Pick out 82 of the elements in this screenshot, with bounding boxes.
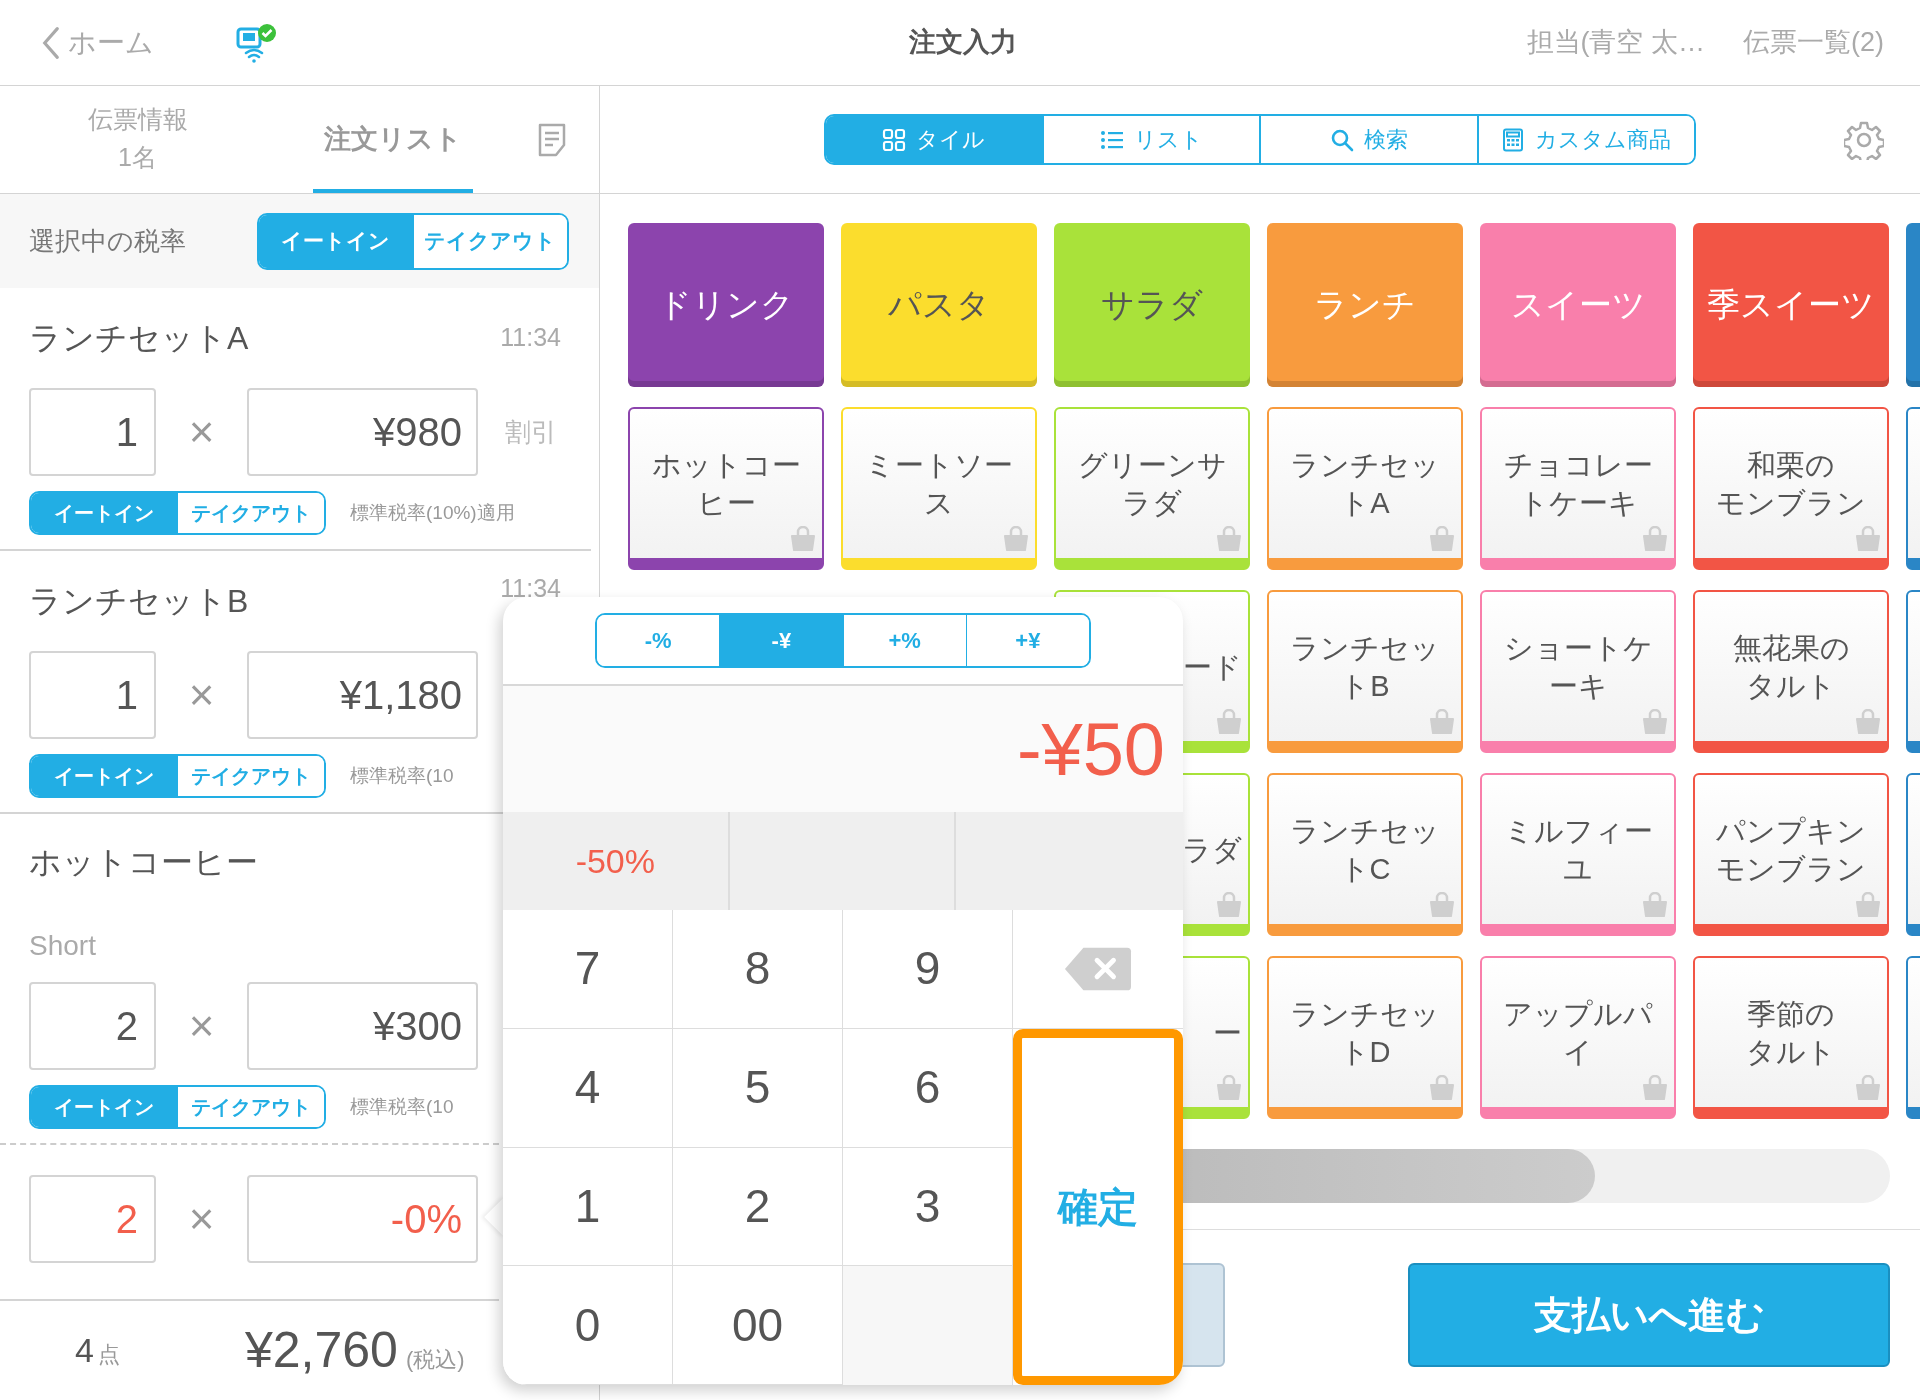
shopping-bag-icon [1216,526,1242,552]
product-tile[interactable]: グリーンサラダ [1054,407,1250,570]
category-tile[interactable]: サラダ [1054,223,1250,387]
tax-rate-label: 選択中の税率 [29,224,186,258]
price-field[interactable]: ¥1,180 [247,651,478,739]
tax-note: 標準税率(10%)適用 [350,500,515,525]
tax-note: 標準税率(10 [350,763,454,788]
shopping-bag-icon [1429,892,1455,918]
backspace-icon [1064,945,1132,992]
shopping-bag-icon [1216,709,1242,735]
backspace-key[interactable] [1013,910,1183,1029]
shopping-bag-icon [1429,709,1455,735]
count-unit: 点 [97,1341,120,1369]
multiply-sign: × [187,1000,216,1052]
product-tile[interactable]: ホットコーヒー [628,407,824,570]
quantity-field[interactable]: 1 [29,388,156,476]
keypad-key[interactable]: 6 [843,1028,1013,1148]
product-tile[interactable]: ミルフィーユ [1480,773,1676,936]
product-tile[interactable]: ランチセットA [1267,407,1463,570]
search-icon [1329,127,1354,152]
item-name: ランチセットB [29,582,249,621]
shopping-bag-icon [790,526,816,552]
multiply-sign: × [187,669,216,721]
shopping-bag-icon [1642,526,1668,552]
multiply-sign: × [187,1193,216,1245]
product-tile[interactable]: アップルパイ [1480,956,1676,1119]
shopping-bag-icon [1855,526,1881,552]
category-tile[interactable]: パスタ [841,223,1037,387]
quantity-field[interactable]: 2 [29,982,156,1070]
category-tile[interactable]: ドリンク [628,223,824,387]
keypad-key[interactable]: 9 [843,910,1013,1029]
multiply-sign: × [187,406,216,458]
order-time: 11:34 [500,322,561,354]
shopping-bag-icon [1642,1075,1668,1101]
keypad-key[interactable]: 3 [843,1147,1013,1267]
shopping-bag-icon [1855,709,1881,735]
keypad-key[interactable]: 2 [673,1147,843,1267]
product-tile[interactable]: チョコレートケーキ [1480,407,1676,570]
shopping-bag-icon [1855,892,1881,918]
item-count: 4 [75,1330,94,1371]
discount-label: 割引 [505,415,557,449]
quantity-field[interactable]: 1 [29,651,156,739]
device-wifi-check-icon[interactable] [234,22,278,63]
settings-icon[interactable] [1844,120,1884,160]
shopping-bag-icon [1429,526,1455,552]
keypad-key[interactable]: 4 [503,1028,673,1148]
amount-display: -¥50 [1016,706,1165,793]
shopping-bag-icon [1216,892,1242,918]
tile-grid-icon [882,127,907,152]
product-tile[interactable]: ショートケーキ [1480,590,1676,753]
tax-note: 標準税率(10 [350,1094,454,1119]
product-tile[interactable]: ランチセットD [1267,956,1463,1119]
shopping-bag-icon [1003,526,1029,552]
keypad-key[interactable]: 0 [503,1266,673,1385]
product-tile[interactable]: 無花果のタルト [1693,590,1889,753]
shopping-bag-icon [1216,1075,1242,1101]
total-amount: ¥2,760 [245,1321,398,1380]
product-tile[interactable]: 季節のタルト [1693,956,1889,1119]
item-name: ランチセットA [29,319,249,358]
product-tile[interactable]: ランチセットC [1267,773,1463,936]
shopping-bag-icon [1429,1075,1455,1101]
product-tile[interactable]: パンプキンモンブラン [1693,773,1889,936]
item-variant: Short [29,929,96,963]
calculator-icon [1501,127,1526,152]
keypad-key[interactable]: 00 [673,1266,843,1385]
price-field[interactable]: ¥980 [247,388,478,476]
shopping-bag-icon [1642,709,1668,735]
tax-included-label: (税込) [405,1346,465,1374]
keypad-key[interactable]: 7 [503,910,673,1029]
order-time: 11:34 [500,573,561,605]
price-field[interactable]: ¥300 [247,982,478,1070]
keypad-key[interactable]: 5 [673,1028,843,1148]
keypad-key[interactable]: 1 [503,1147,673,1267]
item-name: ホットコーヒー [29,843,258,882]
product-tile[interactable]: ミートソース [841,407,1037,570]
screen-title: 注文入力 [909,26,1017,60]
shopping-bag-icon [1642,892,1668,918]
keypad-key[interactable]: 8 [673,910,843,1029]
product-tile[interactable]: ランチセットB [1267,590,1463,753]
back-chevron-icon [42,25,60,60]
shopping-bag-icon [1855,1075,1881,1101]
product-tile[interactable]: 和栗のモンブラン [1693,407,1889,570]
